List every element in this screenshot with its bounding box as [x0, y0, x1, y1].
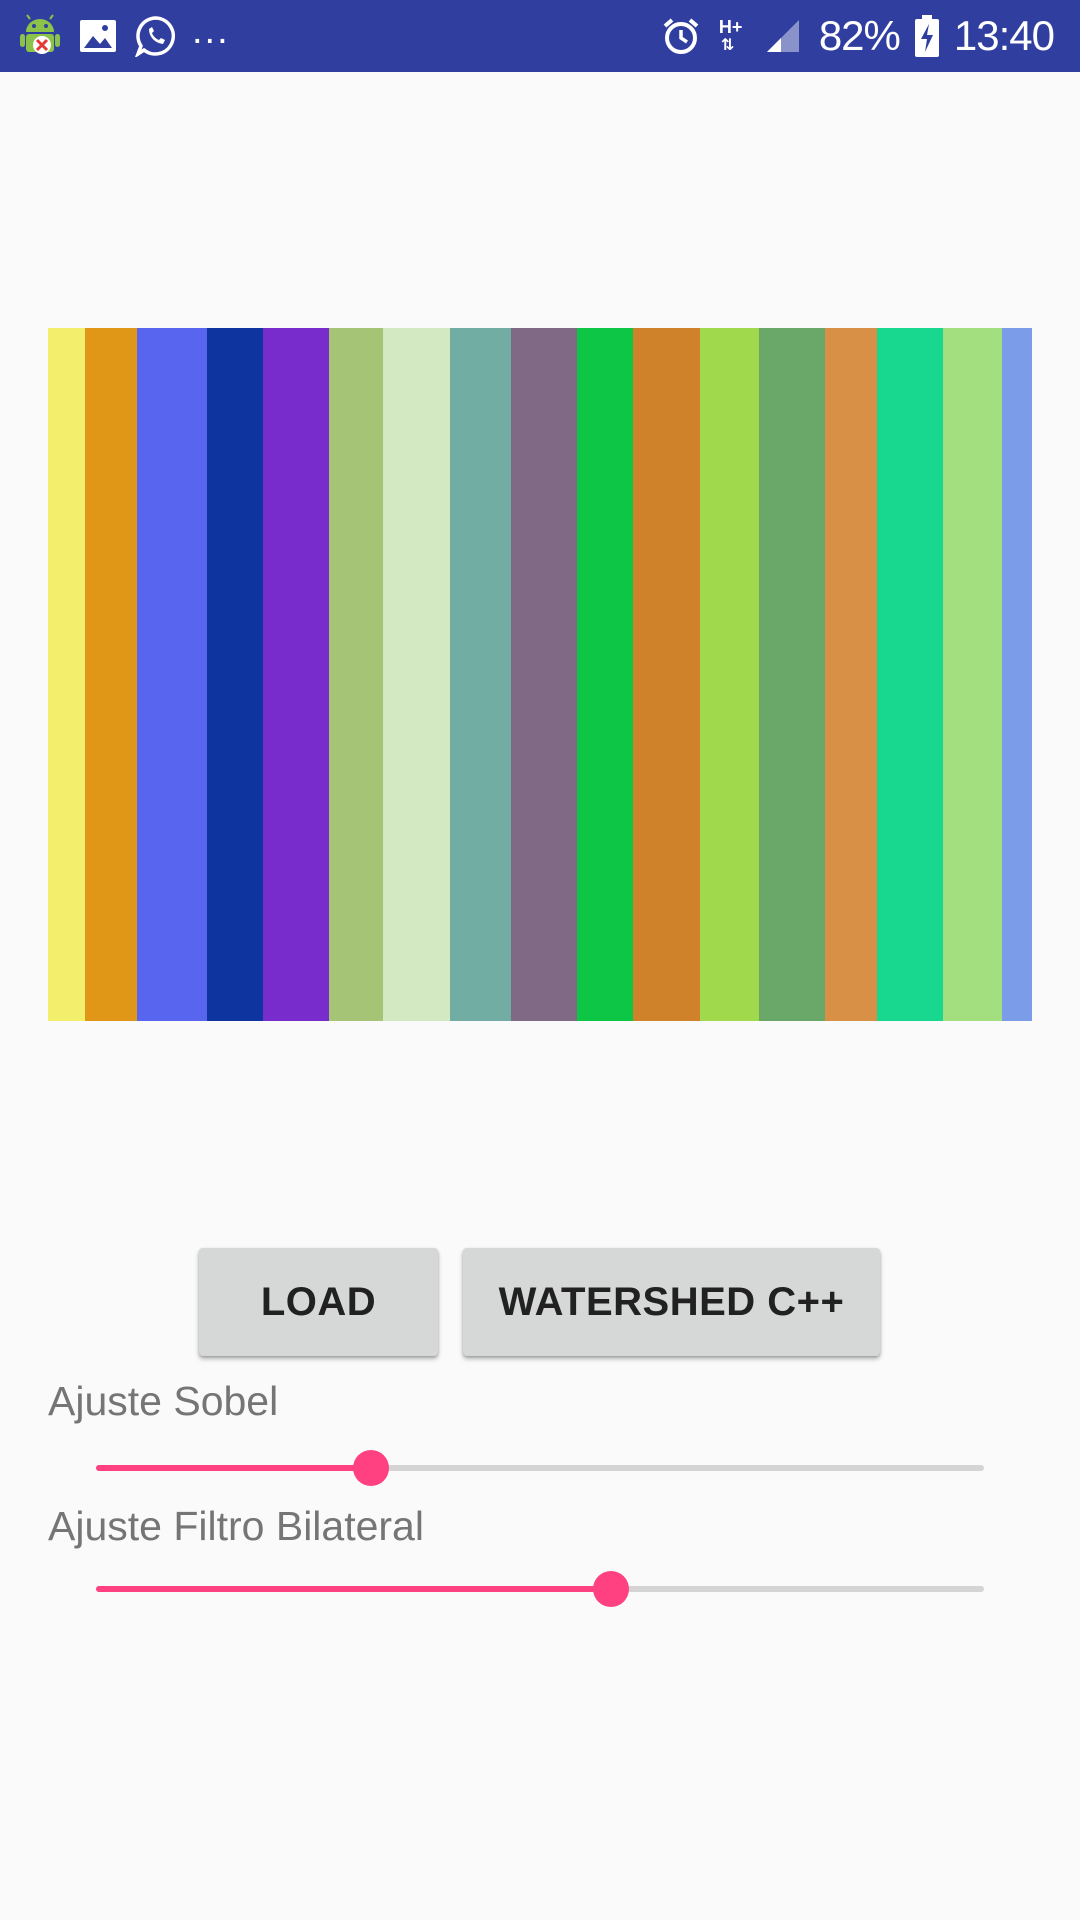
- bilateral-label: Ajuste Filtro Bilateral: [48, 1503, 424, 1549]
- color-stripe: [329, 328, 384, 1021]
- color-stripe: [758, 328, 826, 1021]
- status-bar: ... H+ ⇅ 82% 13:40: [0, 0, 1080, 72]
- more-notifications-indicator: ...: [192, 10, 230, 52]
- color-stripe: [511, 328, 577, 1021]
- color-stripe: [450, 328, 512, 1021]
- alarm-icon: [659, 14, 703, 58]
- image-view: [48, 328, 1032, 1021]
- color-stripe: [825, 328, 878, 1021]
- battery-percent: 82%: [818, 12, 901, 59]
- notification-icons: ...: [18, 10, 230, 58]
- color-stripe: [136, 328, 207, 1021]
- bilateral-slider[interactable]: [96, 1564, 984, 1614]
- color-stripe: [699, 328, 759, 1021]
- slider-fill: [96, 1465, 372, 1471]
- android-debug-icon: [18, 14, 62, 58]
- image-icon: [76, 14, 120, 58]
- signal-icon: [761, 14, 805, 58]
- color-stripe: [48, 328, 85, 1021]
- clock: 13:40: [953, 12, 1055, 59]
- color-stripe: [262, 328, 330, 1021]
- color-stripe: [383, 328, 451, 1021]
- slider-thumb[interactable]: [593, 1571, 630, 1607]
- sobel-slider[interactable]: [96, 1443, 984, 1493]
- color-stripe: [206, 328, 263, 1021]
- color-stripe: [632, 328, 700, 1021]
- slider-thumb[interactable]: [353, 1450, 390, 1486]
- load-button[interactable]: LOAD: [199, 1248, 438, 1356]
- color-stripe: [1002, 328, 1032, 1021]
- slider-fill: [96, 1586, 612, 1592]
- battery-charging-icon: [914, 14, 940, 58]
- sobel-label: Ajuste Sobel: [48, 1378, 279, 1424]
- system-icons: H+ ⇅ 82% 13:40: [659, 10, 1055, 62]
- watershed-button[interactable]: WATERSHED C++: [463, 1248, 880, 1356]
- color-stripe: [576, 328, 633, 1021]
- color-stripe: [943, 328, 1003, 1021]
- whatsapp-icon: [134, 14, 178, 58]
- network-type-icon: H+ ⇅: [718, 17, 743, 54]
- color-stripe: [84, 328, 137, 1021]
- color-stripe: [877, 328, 944, 1021]
